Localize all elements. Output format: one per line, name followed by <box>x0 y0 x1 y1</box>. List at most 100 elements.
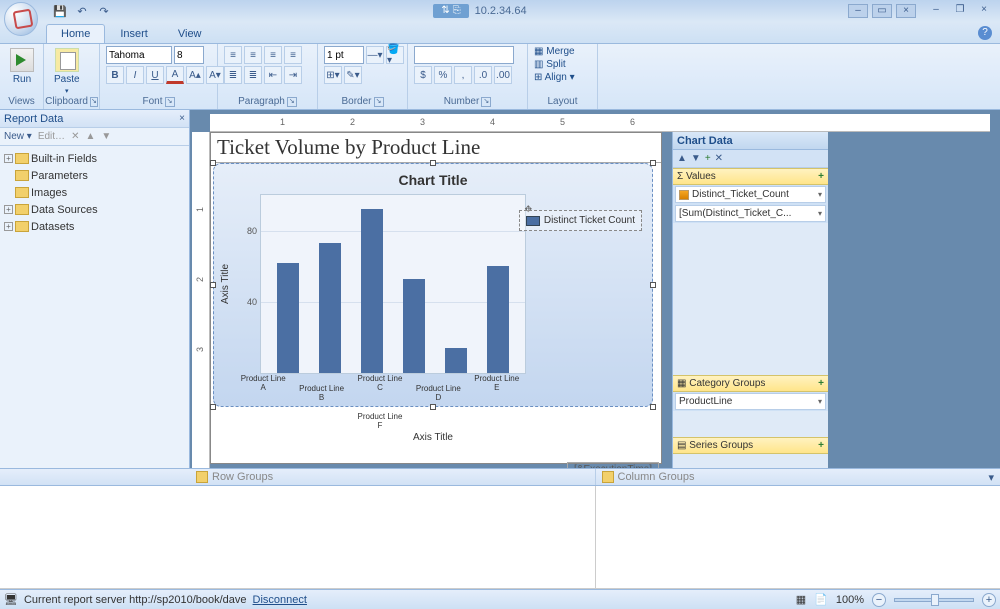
tree-item-datasets[interactable]: +Datasets <box>4 218 185 235</box>
undo-button[interactable]: ↶ <box>74 3 90 19</box>
chart-plot[interactable]: 80 40 <box>260 194 526 374</box>
value-field-distinct[interactable]: Distinct_Ticket_Count▾ <box>675 186 826 203</box>
close-button[interactable]: × <box>896 4 916 18</box>
design-surface[interactable]: Ticket Volume by Product Line Chart Titl… <box>210 132 662 464</box>
tree-item-parameters[interactable]: Parameters <box>4 167 185 184</box>
app-menu-button[interactable] <box>4 2 38 36</box>
server-status-text: Current report server http://sp2010/book… <box>24 594 247 606</box>
zoom-slider[interactable] <box>894 598 974 602</box>
font-family-select[interactable] <box>106 46 172 64</box>
disconnect-link[interactable]: Disconnect <box>253 594 307 606</box>
report-title[interactable]: Ticket Volume by Product Line <box>211 133 661 163</box>
save-button[interactable]: 💾 <box>52 3 68 19</box>
numbering-button[interactable]: ≣ <box>244 66 262 84</box>
bar[interactable] <box>403 279 425 373</box>
xtick-label: Product Line B <box>297 384 347 402</box>
align-button[interactable]: ⊞ Align ▾ <box>534 72 575 83</box>
category-field-productline[interactable]: ProductLine▾ <box>675 393 826 410</box>
increase-indent-button[interactable]: ⇥ <box>284 66 302 84</box>
fill-color-button[interactable]: 🪣▾ <box>386 46 404 64</box>
redo-button[interactable]: ↷ <box>96 3 112 19</box>
chartdata-add-icon[interactable]: + <box>705 153 711 164</box>
tab-home[interactable]: Home <box>46 24 105 43</box>
chart-legend[interactable]: Distinct Ticket Count <box>519 210 642 231</box>
reportdata-close-icon[interactable]: × <box>179 113 185 124</box>
tab-view[interactable]: View <box>163 24 217 43</box>
border-width-select[interactable] <box>324 46 364 64</box>
reportdata-new-button[interactable]: New ▾ <box>4 131 32 142</box>
clipboard-launcher[interactable]: ↘ <box>90 97 98 107</box>
window-title: 10.2.34.64 <box>475 5 527 17</box>
bullets-button[interactable]: ≣ <box>224 66 242 84</box>
chart-region[interactable]: Chart Title Axis Title 80 40 Product Lin… <box>213 163 653 407</box>
zoom-in-button[interactable]: + <box>982 593 996 607</box>
category-add-icon[interactable]: + <box>818 378 824 389</box>
legend-label: Distinct Ticket Count <box>544 215 635 226</box>
border-preset-button[interactable]: ⊞▾ <box>324 66 342 84</box>
chartdata-movedown-icon[interactable]: ▼ <box>691 153 701 164</box>
percent-button[interactable]: % <box>434 66 452 84</box>
help-icon[interactable]: ? <box>978 26 992 40</box>
merge-button[interactable]: ▦ Merge <box>534 46 575 57</box>
font-launcher[interactable]: ↘ <box>165 97 175 107</box>
currency-button[interactable]: $ <box>414 66 432 84</box>
decrease-decimal-button[interactable]: .00 <box>494 66 512 84</box>
chartdata-delete-icon[interactable]: ✕ <box>715 153 723 164</box>
tree-item-images[interactable]: Images <box>4 184 185 201</box>
rowgroups-panel[interactable] <box>190 486 596 588</box>
groups-menu-icon[interactable]: ▾ <box>988 471 994 484</box>
paste-button[interactable]: Paste▾ <box>50 46 84 97</box>
decrease-indent-button[interactable]: ⇤ <box>264 66 282 84</box>
font-size-select[interactable] <box>174 46 204 64</box>
font-color-button[interactable]: A <box>166 66 184 84</box>
tab-insert[interactable]: Insert <box>105 24 163 43</box>
bar[interactable] <box>361 209 383 373</box>
group-layout-label: Layout <box>534 96 591 107</box>
y-axis-title[interactable]: Axis Title <box>220 194 234 374</box>
paragraph-launcher[interactable]: ↘ <box>287 97 297 107</box>
restore-button[interactable]: ▭ <box>872 4 892 18</box>
align-right-button[interactable]: ≡ <box>264 46 282 64</box>
border-launcher[interactable]: ↘ <box>374 97 384 107</box>
split-button[interactable]: ▥ Split <box>534 59 566 70</box>
bar[interactable] <box>487 266 509 373</box>
grow-font-button[interactable]: A▴ <box>186 66 204 84</box>
layout-mode-icon[interactable]: 📄 <box>814 593 828 606</box>
underline-button[interactable]: U <box>146 66 164 84</box>
bar[interactable] <box>319 243 341 373</box>
comma-button[interactable]: , <box>454 66 472 84</box>
number-format-select[interactable] <box>414 46 514 64</box>
tree-item-datasources[interactable]: +Data Sources <box>4 201 185 218</box>
border-color-button[interactable]: ✎▾ <box>344 66 362 84</box>
justify-button[interactable]: ≡ <box>284 46 302 64</box>
rowgroups-label: Row Groups <box>212 471 273 483</box>
title-pill: ⇅ ⎘ <box>433 4 468 18</box>
italic-button[interactable]: I <box>126 66 144 84</box>
series-add-icon[interactable]: + <box>818 440 824 451</box>
run-button[interactable]: Run <box>6 46 38 87</box>
value-field-sum[interactable]: [Sum(Distinct_Ticket_C...▾ <box>675 205 826 222</box>
bar[interactable] <box>445 348 467 373</box>
design-mode-icon[interactable]: ▦ <box>796 593 806 606</box>
border-style-button[interactable]: —▾ <box>366 46 384 64</box>
tree-item-builtin[interactable]: +Built-in Fields <box>4 150 185 167</box>
outer-close-button[interactable]: × <box>974 4 994 18</box>
increase-decimal-button[interactable]: .0 <box>474 66 492 84</box>
group-border-label: Border <box>341 96 371 107</box>
chartdata-moveup-icon[interactable]: ▲ <box>677 153 687 164</box>
bar[interactable] <box>277 263 299 373</box>
outer-restore-button[interactable]: ❐ <box>950 4 970 18</box>
minimize-button[interactable]: – <box>848 4 868 18</box>
number-launcher[interactable]: ↘ <box>481 97 491 107</box>
align-center-button[interactable]: ≡ <box>244 46 262 64</box>
align-left-button[interactable]: ≡ <box>224 46 242 64</box>
execution-time-field[interactable]: [&ExecutionTime] <box>567 462 659 468</box>
zoom-out-button[interactable]: − <box>872 593 886 607</box>
chart-title[interactable]: Chart Title <box>220 172 646 188</box>
bold-button[interactable]: B <box>106 66 124 84</box>
outer-minimize-button[interactable]: – <box>926 4 946 18</box>
x-axis-title[interactable]: Axis Title <box>220 432 646 443</box>
colgroups-panel[interactable] <box>596 486 1000 588</box>
values-add-icon[interactable]: + <box>818 171 824 182</box>
series-section-label: Series Groups <box>689 440 753 451</box>
